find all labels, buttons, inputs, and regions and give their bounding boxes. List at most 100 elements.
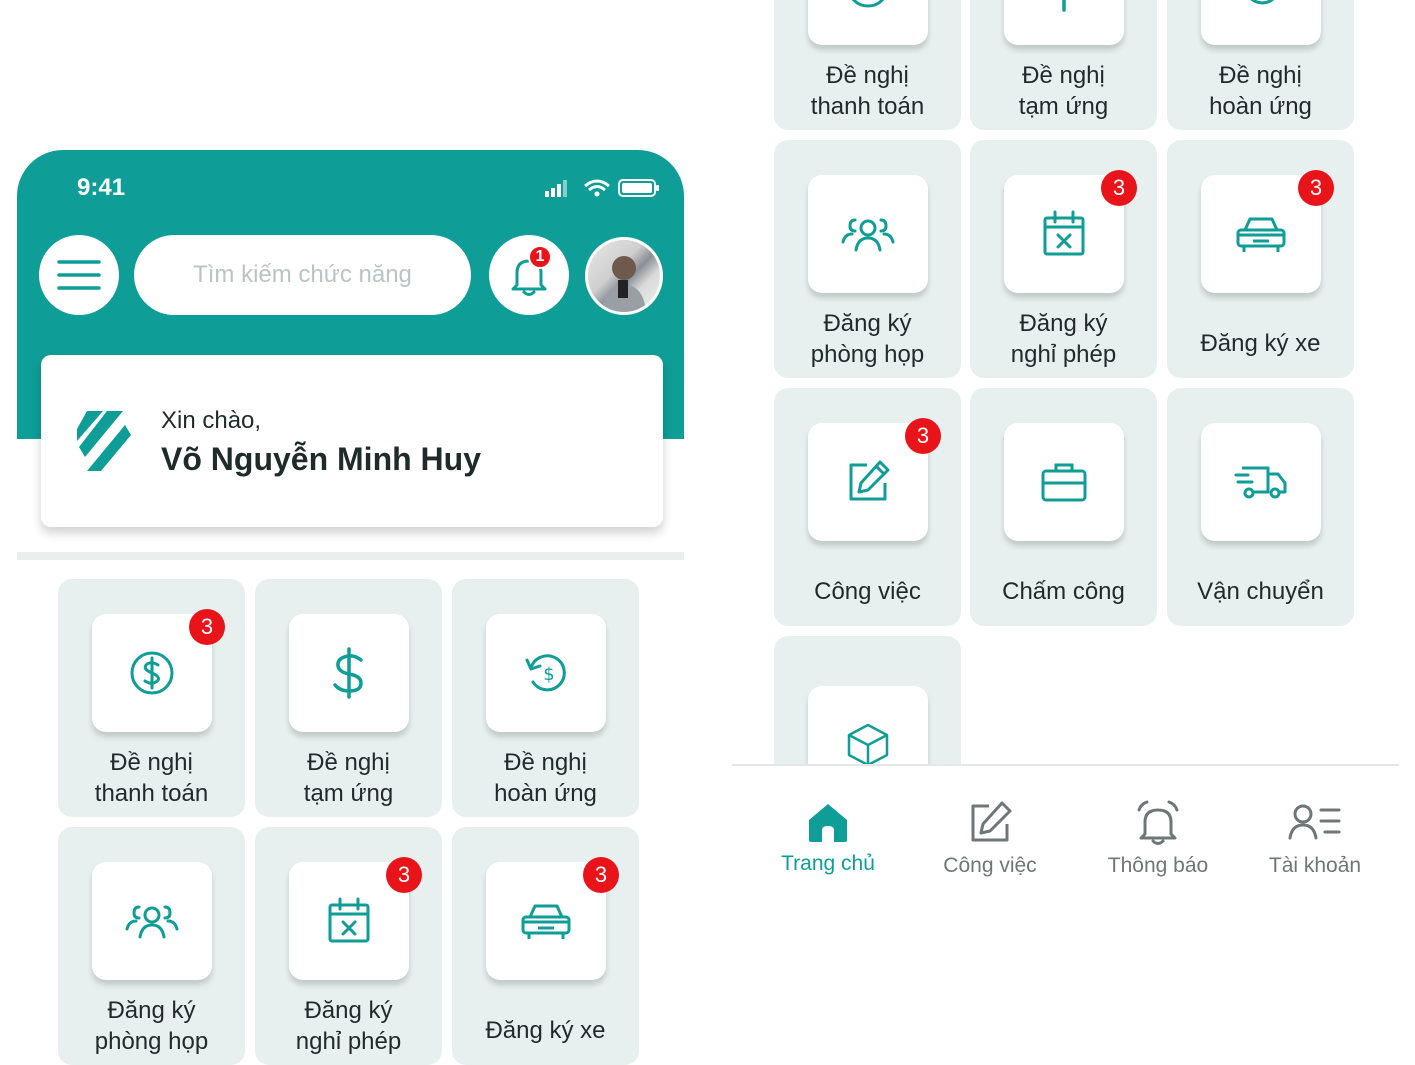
nav-home[interactable]: Trang chủ — [753, 800, 903, 876]
menu-button[interactable] — [39, 235, 119, 315]
tile-label-line2: hoàn ứng — [1209, 93, 1312, 120]
tile-meeting-room[interactable]: Đăng ký phòng họp — [58, 827, 245, 1065]
tile-icon-box — [808, 0, 928, 45]
tile-leave-request[interactable]: 3 Đăng ký nghỉ phép — [970, 140, 1157, 378]
tile-icon-box — [808, 175, 928, 293]
hamburger-icon — [57, 260, 101, 290]
tile-label-line2: nghỉ phép — [1010, 341, 1117, 368]
tile-label: Đăng ký nghỉ phép — [970, 308, 1157, 370]
tile-badge: 3 — [583, 857, 619, 893]
tile-payment-request[interactable]: Đề nghị thanh toán — [774, 0, 961, 130]
tile-label-line1: Đăng ký — [1019, 310, 1108, 337]
nav-label: Trang chủ — [781, 852, 875, 875]
tile-label-line2: nghỉ phép — [295, 1028, 402, 1055]
tile-label-line1: Đăng ký — [107, 997, 196, 1024]
tile-icon-box — [1004, 423, 1124, 541]
nav-notifications[interactable]: Thông báo — [1083, 800, 1233, 878]
notification-badge: 1 — [528, 245, 552, 269]
tile-label: Đề nghị hoàn ứng — [1167, 60, 1354, 122]
tile-shipping[interactable]: Vận chuyển — [1167, 388, 1354, 626]
tile-label: Đề nghị hoàn ứng — [452, 747, 639, 809]
users-icon — [125, 905, 179, 939]
search-placeholder: Tìm kiếm chức năng — [193, 261, 412, 288]
tile-badge: 3 — [386, 857, 422, 893]
tile-badge: 3 — [1298, 170, 1334, 206]
tile-icon-box — [1004, 0, 1124, 45]
tile-refund-request[interactable]: $ Đề nghị hoàn ứng — [452, 579, 639, 817]
tile-label-line2: thanh toán — [810, 93, 925, 120]
status-icons — [545, 179, 659, 197]
tile-grid-scroll[interactable]: Đề nghị thanh toán Đề nghị tạm ứng Đề ng… — [732, 0, 1415, 764]
tile-label: Vận chuyển — [1167, 576, 1354, 607]
tile-label-line2: tạm ứng — [303, 780, 394, 807]
tile-label: Công việc — [774, 576, 961, 607]
tile-timekeeping[interactable]: Chấm công — [970, 388, 1157, 626]
nav-label: Tài khoản — [1268, 854, 1362, 877]
tile-label: Đề nghị thanh toán — [774, 60, 961, 122]
tile-icon-box — [289, 614, 409, 732]
tile-label-line2: hoàn ứng — [494, 780, 597, 807]
avatar[interactable] — [585, 237, 663, 315]
dollar-circle-icon — [851, 0, 885, 8]
notification-button[interactable]: 1 — [489, 235, 569, 315]
nav-label: Thông báo — [1107, 854, 1209, 877]
nav-label: Công việc — [943, 854, 1037, 877]
tile-icon-box — [92, 862, 212, 980]
tile-label: Đề nghị tạm ứng — [255, 747, 442, 809]
tile-label-line1: Đăng ký — [823, 310, 912, 337]
calendar-x-icon — [328, 897, 370, 943]
tile-tasks[interactable]: 3 Công việc — [774, 388, 961, 626]
tile-label: Đăng ký phòng họp — [774, 308, 961, 370]
tile-vehicle-booking[interactable]: 3 Đăng ký xe — [452, 827, 639, 1065]
tile-label-line1: Vận chuyển — [1197, 578, 1324, 605]
tile-label: Đăng ký xe — [452, 1015, 639, 1046]
tile-inventory[interactable] — [774, 636, 961, 764]
tile-label-line1: Công việc — [814, 578, 921, 605]
greeting-card: Xin chào, Võ Nguyễn Minh Huy — [41, 355, 663, 527]
svg-text:$: $ — [543, 664, 554, 685]
tile-label-line2: tạm ứng — [1018, 93, 1109, 120]
tile-vehicle-booking[interactable]: 3 Đăng ký xe — [1167, 140, 1354, 378]
tile-label-line1: Đề nghị — [110, 749, 193, 776]
box-icon — [847, 723, 889, 764]
tile-payment-request[interactable]: 3 Đề nghị thanh toán — [58, 579, 245, 817]
dollar-icon — [333, 647, 363, 699]
briefcase-icon — [1041, 463, 1087, 502]
nav-tasks[interactable]: Công việc — [915, 800, 1065, 878]
tile-advance-request[interactable]: Đề nghị tạm ứng — [970, 0, 1157, 130]
truck-icon — [1234, 466, 1287, 499]
tile-leave-request[interactable]: 3 Đăng ký nghỉ phép — [255, 827, 442, 1065]
car-icon — [521, 904, 571, 939]
tile-badge: 3 — [905, 418, 941, 454]
users-icon — [841, 218, 895, 252]
dollar-icon — [1062, 0, 1066, 12]
tile-label-line1: Đăng ký xe — [485, 1017, 606, 1044]
tile-icon-box — [1201, 423, 1321, 541]
tile-advance-request[interactable]: Đề nghị tạm ứng — [255, 579, 442, 817]
tile-label: Đề nghị thanh toán — [58, 747, 245, 809]
tile-label-line1: Đăng ký — [304, 997, 393, 1024]
tile-label-line1: Chấm công — [1002, 578, 1125, 605]
tile-label: Đăng ký phòng họp — [58, 995, 245, 1057]
alarm-icon — [1137, 800, 1179, 845]
tile-label-line1: Đăng ký xe — [1200, 330, 1321, 357]
car-icon — [1236, 217, 1286, 252]
tile-icon-box — [808, 686, 928, 764]
home-screen-right: Đề nghị thanh toán Đề nghị tạm ứng Đề ng… — [732, 0, 1415, 1055]
tile-label-line2: thanh toán — [94, 780, 209, 807]
user-name: Võ Nguyễn Minh Huy — [161, 441, 481, 477]
nav-account[interactable]: Tài khoản — [1240, 800, 1390, 878]
tile-label: Chấm công — [970, 576, 1157, 607]
tile-icon-box: $ — [486, 614, 606, 732]
edit-icon — [971, 801, 1012, 842]
status-time: 9:41 — [77, 174, 126, 201]
tile-icon-box — [1201, 0, 1321, 45]
dollar-circle-icon — [130, 651, 174, 695]
tile-meeting-room[interactable]: Đăng ký phòng họp — [774, 140, 961, 378]
tile-refund-request[interactable]: Đề nghị hoàn ứng — [1167, 0, 1354, 130]
tile-badge: 3 — [1101, 170, 1137, 206]
bottom-nav-divider — [732, 764, 1399, 766]
search-input[interactable]: Tìm kiếm chức năng — [134, 235, 471, 315]
tile-label-line1: Đề nghị — [826, 62, 909, 89]
tile-label: Đăng ký xe — [1167, 328, 1354, 359]
